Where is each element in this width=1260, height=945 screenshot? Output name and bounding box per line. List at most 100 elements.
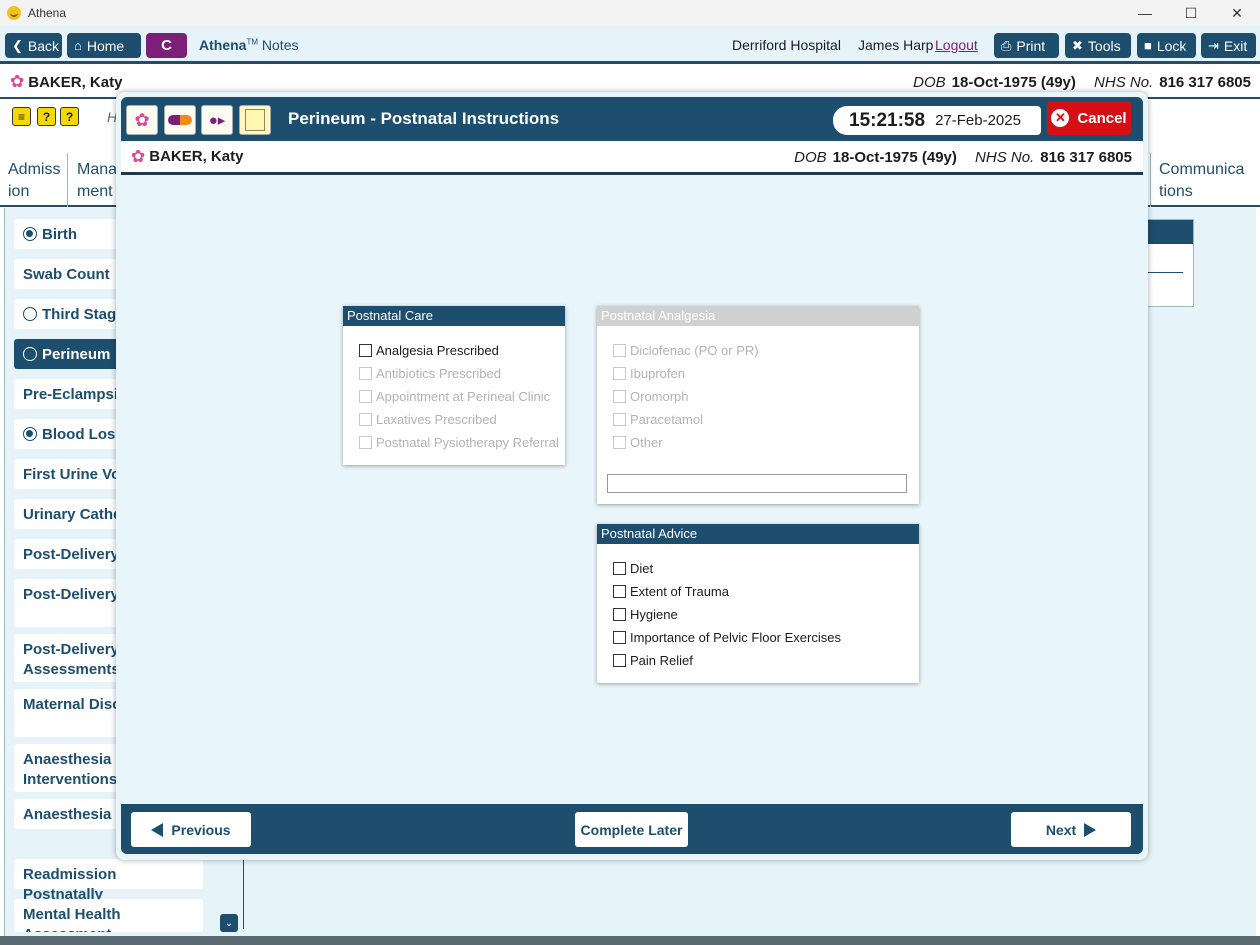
checkbox-label: Importance of Pelvic Floor Exercises	[630, 630, 841, 645]
checkbox-label: Postnatal Pysiotherapy Referral	[376, 435, 559, 450]
tab-communications[interactable]: Communica tions	[1150, 153, 1256, 207]
home-icon: ⌂	[74, 38, 82, 53]
back-button[interactable]: ❮ Back	[5, 33, 62, 58]
other-analgesia-input[interactable]	[607, 474, 907, 493]
chevron-left-icon: ❮	[12, 37, 23, 53]
checkbox-icon	[613, 436, 626, 449]
dialog-patient-banner: ✿ BAKER, Katy DOB 18-Oct-1975 (49y) NHS N…	[121, 141, 1143, 175]
checkbox-icon	[359, 413, 372, 426]
ibuprofen-checkbox[interactable]: Ibuprofen	[613, 366, 685, 381]
other-analgesia-checkbox[interactable]: Other	[613, 435, 663, 450]
checkbox-icon	[359, 367, 372, 380]
sidebar-item-readmission-postnatally[interactable]: Readmission Postnatally	[14, 859, 203, 903]
brand-tm: TM	[246, 37, 259, 47]
medication-pill-icon[interactable]	[164, 105, 196, 135]
scroll-down-icon[interactable]: ⌄	[220, 914, 238, 932]
brand-name: Athena	[199, 37, 247, 53]
checkbox-label: Antibiotics Prescribed	[376, 366, 501, 381]
tab-communications-line2: tions	[1159, 183, 1193, 200]
tab-admission-line2: ion	[8, 183, 30, 200]
postnatal-care-group: Postnatal Care Analgesia Prescribed Anti…	[343, 306, 565, 465]
sidebar-item-label: Urinary Cathe	[23, 506, 122, 523]
back-label: Back	[27, 37, 60, 54]
next-label: Next	[1045, 821, 1077, 838]
sidebar-item-mental-health-assessment[interactable]: Mental Health Assessment	[14, 899, 203, 932]
laxatives-prescribed-checkbox[interactable]: Laxatives Prescribed	[359, 412, 497, 427]
checkbox-icon	[359, 436, 372, 449]
exit-button[interactable]: ⇥ Exit	[1201, 33, 1256, 58]
print-button[interactable]: ⎙ Print	[994, 33, 1059, 58]
nhs-label: NHS No.	[1094, 74, 1154, 91]
postnatal-analgesia-header: Postnatal Analgesia	[597, 306, 919, 326]
sidebar-item-label: Birth	[42, 226, 77, 243]
sidebar-item-label: Blood Loss	[42, 426, 124, 443]
tab-admission[interactable]: Admiss ion	[0, 153, 68, 207]
logout-link[interactable]: Logout	[935, 37, 978, 53]
next-button[interactable]: Next	[1011, 812, 1131, 847]
physiotherapy-referral-checkbox[interactable]: Postnatal Pysiotherapy Referral	[359, 435, 559, 450]
hygiene-checkbox[interactable]: Hygiene	[613, 607, 678, 622]
notes-icon[interactable]: ≡	[12, 107, 31, 126]
checkbox-label: Laxatives Prescribed	[376, 412, 497, 427]
notes-pad-icon[interactable]	[239, 105, 271, 135]
checkbox-label: Pain Relief	[630, 653, 693, 668]
cancel-button[interactable]: ✕ Cancel	[1047, 101, 1131, 135]
maximize-icon[interactable]: ☐	[1168, 0, 1214, 26]
checkbox-label: Diet	[630, 561, 654, 576]
minimize-icon[interactable]: —	[1122, 0, 1168, 26]
dob-label: DOB	[913, 74, 946, 91]
cancel-x-icon: ✕	[1051, 109, 1070, 127]
tab-communications-line1: Communica	[1159, 161, 1245, 178]
brand: AthenaTM Notes	[199, 37, 298, 53]
home-button[interactable]: ⌂ Home	[67, 33, 141, 58]
analgesia-prescribed-checkbox[interactable]: Analgesia Prescribed	[359, 343, 499, 358]
help-alt-icon[interactable]: ?	[60, 107, 79, 126]
perineal-clinic-appointment-checkbox[interactable]: Appointment at Perineal Clinic	[359, 389, 550, 404]
sidebar-item-label: Anaesthesia Interventions	[23, 751, 118, 788]
sidebar-item-label: Readmission Postnatally	[23, 866, 117, 903]
print-label: Print	[1016, 37, 1046, 54]
checkbox-icon	[613, 390, 626, 403]
arrow-right-icon	[1084, 822, 1097, 837]
dialog-nhs-value: 816 317 6805	[1040, 149, 1132, 166]
athena-logo-icon	[7, 6, 21, 20]
postnatal-advice-header: Postnatal Advice	[597, 524, 919, 544]
lock-button[interactable]: ■ Lock	[1137, 33, 1196, 58]
diet-checkbox[interactable]: Diet	[613, 561, 653, 576]
diclofenac-checkbox[interactable]: Diclofenac (PO or PR)	[613, 343, 759, 358]
tab-management-line1: Mana	[77, 161, 118, 178]
checkbox-icon	[613, 413, 626, 426]
extent-of-trauma-checkbox[interactable]: Extent of Trauma	[613, 584, 729, 599]
brand-suffix: Notes	[261, 37, 299, 53]
complete-later-button[interactable]: Complete Later	[575, 812, 688, 847]
sidebar-item-label: First Urine Voi	[23, 466, 125, 483]
paracetamol-checkbox[interactable]: Paracetamol	[613, 412, 703, 427]
radio-checked-icon	[23, 427, 37, 441]
help-icon[interactable]: ?	[37, 107, 56, 126]
lock-icon: ■	[1144, 38, 1152, 53]
checkbox-icon	[359, 344, 372, 357]
baby-transfer-icon[interactable]: ●▸	[201, 105, 233, 135]
pelvic-floor-exercises-checkbox[interactable]: Importance of Pelvic Floor Exercises	[613, 630, 841, 645]
tools-button[interactable]: ✖ Tools	[1065, 33, 1131, 58]
sidebar-item-label: Third Stage	[42, 306, 125, 323]
printer-icon: ⎙	[1001, 37, 1012, 53]
perineum-postnatal-dialog: ✿ ●▸ Perineum - Postnatal Instructions 1…	[116, 92, 1148, 860]
checkbox-label: Hygiene	[630, 607, 678, 622]
patient-meta: DOB 18-Oct-1975 (49y) NHS No. 816 317 6805	[913, 74, 1251, 91]
previous-button[interactable]: Previous	[131, 812, 251, 847]
sidebar-item-label: Swab Count	[23, 266, 110, 283]
c-button[interactable]: C	[146, 33, 187, 58]
dialog-patient-meta: DOB 18-Oct-1975 (49y) NHS No. 816 317 6805	[794, 149, 1132, 166]
checkbox-icon	[613, 654, 626, 667]
flower-icon: ✿	[10, 72, 25, 91]
maternity-flower-icon[interactable]: ✿	[126, 105, 158, 135]
oromorph-checkbox[interactable]: Oromorph	[613, 389, 689, 404]
pain-relief-checkbox[interactable]: Pain Relief	[613, 653, 693, 668]
radio-checked-icon	[23, 227, 37, 241]
sidebar-item-label: Pre-Eclampsia	[23, 386, 127, 403]
antibiotics-prescribed-checkbox[interactable]: Antibiotics Prescribed	[359, 366, 501, 381]
tools-label: Tools	[1087, 37, 1121, 54]
window-bottom-edge	[0, 936, 1260, 945]
close-window-icon[interactable]: ✕	[1214, 0, 1260, 26]
